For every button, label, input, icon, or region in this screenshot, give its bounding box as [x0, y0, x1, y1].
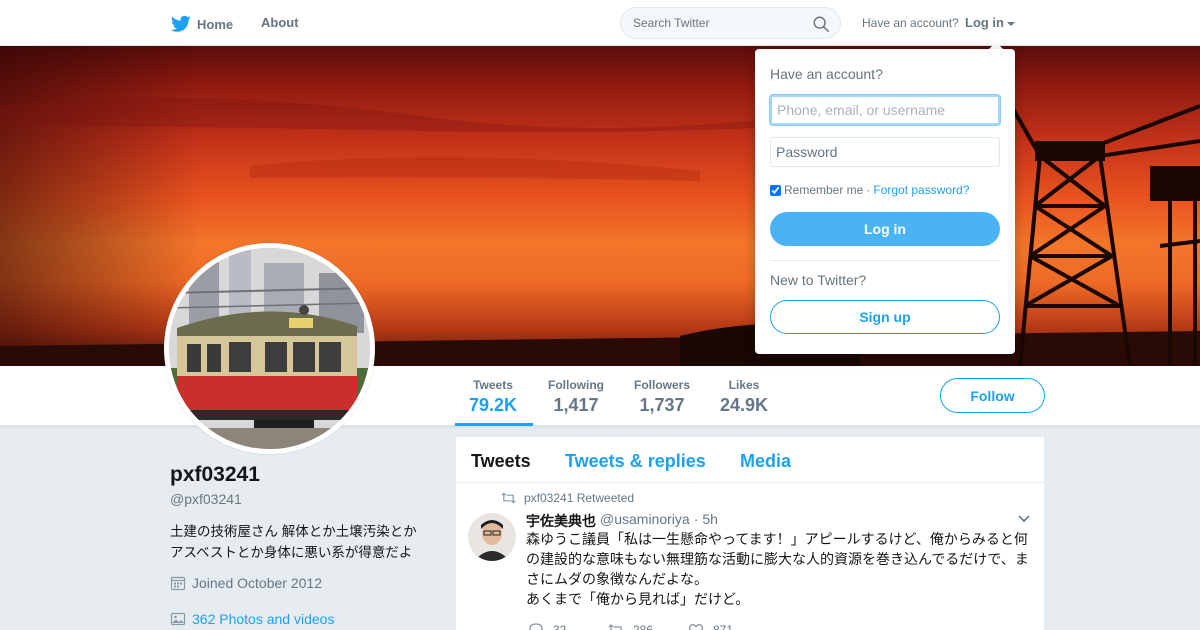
reply-action[interactable]: 32 — [528, 622, 608, 630]
retweet-action[interactable]: 286 — [608, 622, 688, 630]
search-icon[interactable] — [812, 15, 830, 33]
tweet-actions: 32 286 871 — [528, 622, 768, 630]
tweet-separator: · — [693, 511, 699, 527]
tweet-author-avatar[interactable] — [468, 513, 516, 561]
profile-bio-line: 土建の技術屋さん 解体とか土壌汚染とか — [170, 524, 417, 539]
remember-me-label[interactable]: Remember me — [784, 183, 863, 197]
profile-name: pxf03241 — [170, 463, 260, 486]
remember-separator: · — [866, 183, 871, 197]
image-icon — [170, 612, 186, 626]
login-dropdown: Have an account? Remember me · Forgot pa… — [755, 49, 1015, 354]
nav-about-label: About — [261, 15, 299, 30]
like-count: 871 — [713, 623, 734, 630]
profile-photos-link[interactable]: 362 Photos and videos — [170, 611, 334, 627]
stat-followers[interactable]: Followers 1,737 — [631, 378, 693, 416]
tweet-author-name[interactable]: 宇佐美典也 — [526, 511, 596, 531]
stat-following-label: Following — [548, 378, 604, 392]
search-input[interactable] — [633, 16, 803, 30]
retweet-context: pxf03241 Retweeted — [501, 491, 634, 505]
have-account-text: Have an account? — [862, 16, 959, 30]
nav-about-link[interactable]: About — [261, 15, 299, 30]
follow-button[interactable]: Follow — [940, 378, 1045, 413]
stat-likes-value: 24.9K — [719, 395, 769, 415]
profile-avatar[interactable] — [164, 243, 375, 454]
tweet-item[interactable]: pxf03241 Retweeted 宇佐美典也 @usaminoriya · … — [456, 484, 1044, 630]
nav-home-link[interactable]: Home — [171, 15, 233, 33]
stat-likes-label: Likes — [728, 378, 760, 392]
signup-button[interactable]: Sign up — [770, 300, 1000, 334]
retweet-context-text: pxf03241 Retweeted — [524, 491, 635, 505]
new-to-twitter-text: New to Twitter? — [770, 272, 867, 288]
tweet-text-line: あくまで「俺から見れば」だけど。 — [526, 591, 750, 607]
stat-tweets-value: 79.2K — [468, 395, 518, 415]
tweet-text-line: 森ゆうこ議員「私は一生懸命やってます！」アピールするけど、俺からみると何 — [526, 531, 1028, 547]
login-dropdown-toggle[interactable]: Log in — [965, 15, 1015, 30]
top-nav-bar: Home About Have an account? Log in — [0, 0, 1200, 46]
profile-bio: 土建の技術屋さん 解体とか土壌汚染とか アスベストとか身体に悪い系が得意だよ — [170, 521, 440, 563]
retweet-icon — [501, 492, 516, 504]
login-dropdown-title: Have an account? — [770, 66, 883, 82]
like-action[interactable]: 871 — [688, 622, 768, 630]
reply-count: 32 — [553, 623, 567, 630]
tweet-header: 宇佐美典也 @usaminoriya · 5h — [526, 511, 718, 531]
stat-following[interactable]: Following 1,417 — [545, 378, 607, 416]
stat-likes[interactable]: Likes 24.9K — [717, 378, 771, 416]
profile-joined: Joined October 2012 — [170, 575, 322, 591]
stat-followers-value: 1,737 — [639, 395, 685, 415]
twitter-bird-icon — [171, 15, 191, 32]
tab-media[interactable]: Media — [740, 451, 791, 472]
remember-me-row: Remember me · Forgot password? — [770, 183, 969, 197]
tab-tweets[interactable]: Tweets — [471, 451, 531, 472]
profile-bio-line: アスベストとか身体に悪い系が得意だよ — [170, 545, 413, 560]
tweet-text-line: の建設的な意味もない無理筋な活動に膨大な人的資源を巻き込んでるだけで、ま — [526, 551, 1029, 567]
chevron-down-icon[interactable] — [1018, 515, 1030, 523]
heart-icon — [688, 624, 704, 630]
tweet-text-line: さにムダの象徴なんだよな。 — [526, 571, 708, 587]
profile-joined-text: Joined October 2012 — [192, 575, 322, 591]
tweet-text: 森ゆうこ議員「私は一生懸命やってます！」アピールするけど、俺からみると何 の建設… — [526, 529, 1036, 609]
login-button[interactable]: Log in — [770, 212, 1000, 246]
tweet-author-handle[interactable]: @usaminoriya — [600, 511, 690, 531]
stat-followers-label: Followers — [633, 378, 690, 392]
retweet-icon — [608, 624, 622, 630]
username-field[interactable] — [770, 95, 1000, 125]
stat-tweets-label: Tweets — [473, 378, 513, 392]
retweet-count: 286 — [633, 623, 654, 630]
caret-down-icon — [1007, 21, 1015, 26]
reply-icon — [529, 623, 543, 630]
timeline: Tweets Tweets & replies Media pxf03241 R… — [456, 437, 1044, 630]
login-link-label: Log in — [965, 15, 1004, 30]
profile-photos-text: 362 Photos and videos — [192, 611, 335, 627]
forgot-password-link[interactable]: Forgot password? — [873, 183, 969, 197]
profile-handle: @pxf03241 — [170, 491, 242, 507]
calendar-icon — [170, 576, 186, 591]
remember-me-checkbox[interactable] — [770, 184, 781, 196]
active-tab-indicator — [455, 423, 533, 426]
search-box[interactable] — [620, 7, 841, 39]
author-avatar-image — [468, 513, 516, 561]
tab-tweets-and-replies[interactable]: Tweets & replies — [565, 451, 706, 472]
password-field[interactable] — [770, 137, 1000, 167]
avatar-train-image — [169, 248, 370, 449]
stat-tweets[interactable]: Tweets 79.2K — [463, 378, 523, 416]
nav-home-label: Home — [197, 16, 234, 32]
dropdown-divider — [770, 260, 1000, 261]
stat-following-value: 1,417 — [553, 395, 599, 415]
tweet-timestamp[interactable]: 5h — [702, 511, 718, 531]
timeline-tabs: Tweets Tweets & replies Media — [456, 437, 1044, 483]
